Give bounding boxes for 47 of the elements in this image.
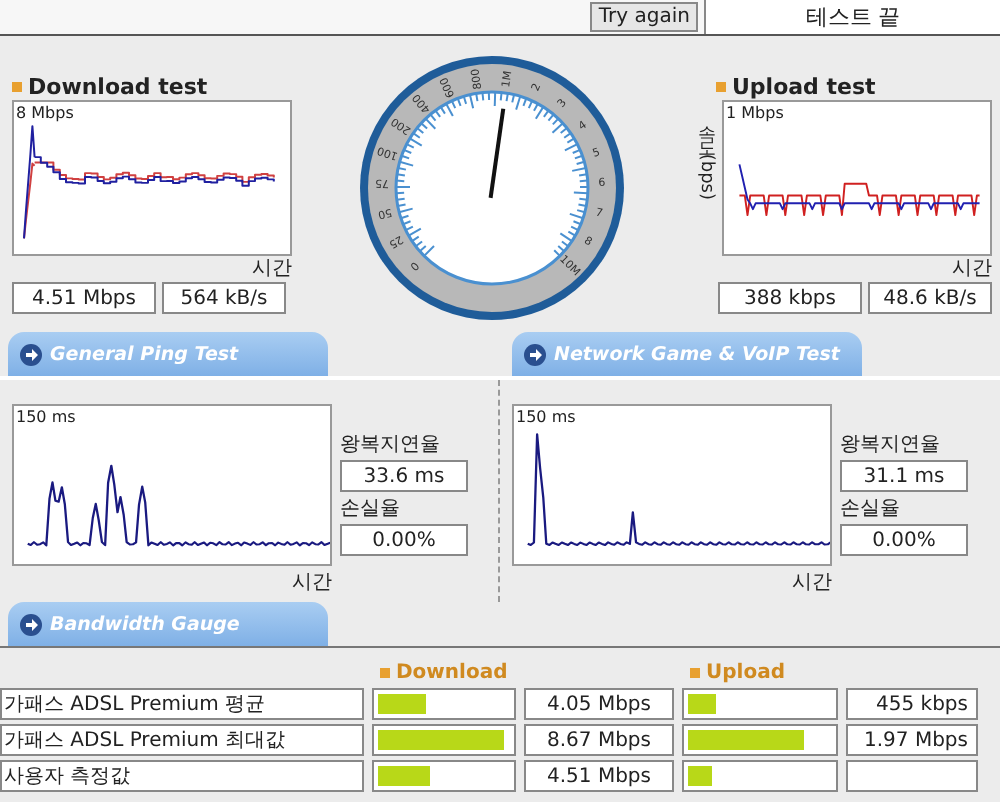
arrow-icon xyxy=(20,343,42,365)
arrow-icon xyxy=(524,343,546,365)
column-header: Upload xyxy=(706,661,785,683)
panel-title: Upload test xyxy=(732,73,876,99)
axis-label: 시간 xyxy=(792,570,832,596)
section-title: General Ping Test xyxy=(50,343,239,365)
row-label: 가패스 ADSL Premium 평균 xyxy=(0,688,364,720)
speed-value: 1.97 Mbps xyxy=(846,724,978,756)
scale-label: 1 Mbps xyxy=(726,104,784,122)
speed-value: 4.51 Mbps xyxy=(12,282,156,314)
scale-label: 150 ms xyxy=(16,408,76,426)
loss-value: 0.00% xyxy=(340,524,468,556)
speed-value: 4.51 Mbps xyxy=(524,760,674,792)
loss-label: 손실율 xyxy=(840,496,902,522)
gauge-needle xyxy=(488,108,506,199)
speed-value: 388 kbps xyxy=(718,282,862,314)
speed-value: 455 kbps xyxy=(846,688,978,720)
axis-label: 속도 (bps) xyxy=(694,112,718,200)
bullet-icon xyxy=(690,667,700,677)
axis-label: 시간 xyxy=(952,256,992,282)
status-field: 테스트 끝 xyxy=(704,0,1000,34)
scale-label: 8 Mbps xyxy=(16,104,74,122)
try-again-button[interactable]: Try again xyxy=(590,2,698,32)
speed-value: 4.05 Mbps xyxy=(524,688,674,720)
arrow-icon xyxy=(20,613,42,635)
latency-value: 31.1 ms xyxy=(840,460,968,492)
bullet-icon xyxy=(12,81,22,91)
row-label: 가패스 ADSL Premium 최대값 xyxy=(0,724,364,756)
section-title: Network Game & VoIP Test xyxy=(554,343,840,365)
row-label: 사용자 측정값 xyxy=(0,760,364,792)
latency-label: 왕복지연율 xyxy=(340,432,442,458)
axis-label: 시간 xyxy=(252,256,292,282)
speed-value: 8.67 Mbps xyxy=(524,724,674,756)
section-title: Bandwidth Gauge xyxy=(50,613,240,635)
speed-value xyxy=(846,760,978,792)
scale-label: 150 ms xyxy=(516,408,576,426)
speed-value: 48.6 kB/s xyxy=(868,282,992,314)
latency-label: 왕복지연율 xyxy=(840,432,942,458)
bullet-icon xyxy=(716,81,726,91)
loss-label: 손실율 xyxy=(340,496,402,522)
bullet-icon xyxy=(380,667,390,677)
panel-title: Download test xyxy=(28,73,208,99)
column-header: Download xyxy=(396,661,508,683)
axis-label: 시간 xyxy=(292,570,332,596)
loss-value: 0.00% xyxy=(840,524,968,556)
speed-value: 564 kB/s xyxy=(162,282,286,314)
latency-value: 33.6 ms xyxy=(340,460,468,492)
